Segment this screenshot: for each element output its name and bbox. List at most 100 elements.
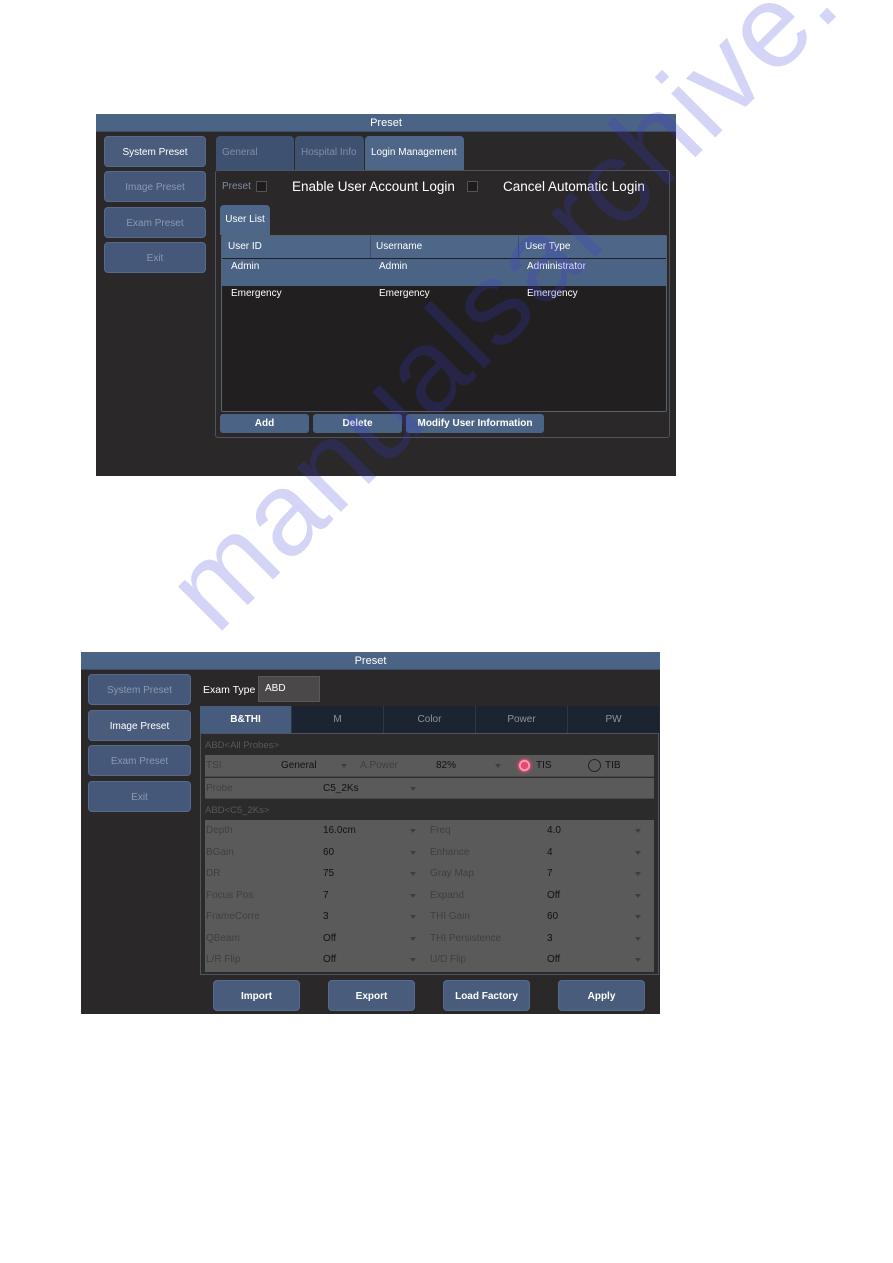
tab-user-list[interactable]: User List bbox=[220, 205, 270, 235]
cancel-auto-login-checkbox[interactable] bbox=[467, 181, 478, 192]
load-factory-button[interactable]: Load Factory bbox=[443, 980, 530, 1011]
param-label: DR bbox=[206, 868, 221, 879]
nav-image-preset[interactable]: Image Preset bbox=[88, 710, 191, 741]
nav-exam-preset[interactable]: Exam Preset bbox=[104, 207, 206, 238]
cell-user-id: Admin bbox=[231, 261, 260, 272]
param-label: FrameCorre bbox=[206, 911, 260, 922]
chevron-down-icon[interactable] bbox=[410, 958, 416, 962]
param-value[interactable]: 7 bbox=[547, 863, 553, 884]
probe-label: Probe bbox=[206, 783, 233, 794]
param-value[interactable]: 16.0cm bbox=[323, 820, 356, 841]
tab-power[interactable]: Power bbox=[476, 706, 568, 733]
param-value[interactable]: 3 bbox=[323, 906, 329, 927]
cancel-auto-login-label: Cancel Automatic Login bbox=[503, 179, 645, 194]
param-value[interactable]: 4 bbox=[547, 842, 553, 863]
login-management-panel: Enable User Account Login Cancel Automat… bbox=[215, 170, 670, 438]
cell-username: Emergency bbox=[379, 288, 430, 299]
param-value[interactable]: 75 bbox=[323, 863, 334, 884]
tab-pw[interactable]: PW bbox=[568, 706, 659, 733]
nav-system-preset[interactable]: System Preset bbox=[104, 136, 206, 167]
all-probes-heading: ABD<All Probes> bbox=[205, 740, 279, 751]
tis-radio[interactable] bbox=[518, 759, 531, 772]
param-label: BGain bbox=[206, 846, 234, 858]
tab-color[interactable]: Color bbox=[384, 706, 476, 733]
probe-dropdown-icon[interactable] bbox=[410, 787, 416, 791]
param-label: THI Gain bbox=[430, 911, 471, 922]
param-value[interactable]: 3 bbox=[547, 928, 553, 949]
col-username[interactable]: Username bbox=[376, 236, 422, 258]
param-value[interactable]: Off bbox=[323, 928, 336, 949]
nav-system-preset[interactable]: System Preset bbox=[88, 674, 191, 705]
table-row[interactable]: Admin Admin Administrator bbox=[222, 259, 666, 286]
image-preset-panel: ABD<All Probes> TSI General A.Power 82% … bbox=[200, 733, 659, 975]
probe-row: Probe C5_2Ks bbox=[205, 778, 654, 799]
param-label: U/D Flip bbox=[430, 954, 467, 965]
cell-user-type: Administrator bbox=[527, 261, 586, 272]
param-label: Gray Map bbox=[430, 868, 474, 879]
export-button[interactable]: Export bbox=[328, 980, 415, 1011]
param-value[interactable]: Off bbox=[547, 885, 560, 906]
chevron-down-icon[interactable] bbox=[635, 850, 641, 855]
param-value[interactable]: Off bbox=[547, 949, 560, 970]
col-user-type[interactable]: User Type bbox=[525, 236, 570, 258]
apower-select[interactable]: 82% bbox=[436, 755, 456, 776]
exam-type-label: Exam Type bbox=[203, 684, 256, 696]
param-label: THI Persistence bbox=[430, 932, 502, 944]
param-label: Focus Pos bbox=[206, 889, 254, 901]
chevron-down-icon[interactable] bbox=[410, 872, 416, 876]
probe-select[interactable]: C5_2Ks bbox=[323, 778, 359, 799]
chevron-down-icon[interactable] bbox=[410, 893, 416, 898]
nav-exit[interactable]: Exit bbox=[88, 781, 191, 812]
chevron-down-icon[interactable] bbox=[635, 872, 641, 876]
cell-user-type: Emergency bbox=[527, 288, 578, 299]
chevron-down-icon[interactable] bbox=[410, 915, 416, 919]
param-label: Freq bbox=[430, 825, 451, 836]
tab-m[interactable]: M bbox=[292, 706, 384, 733]
tib-radio[interactable] bbox=[588, 759, 601, 772]
chevron-down-icon[interactable] bbox=[410, 829, 416, 833]
apower-label: A.Power bbox=[360, 760, 398, 771]
apply-button[interactable]: Apply bbox=[558, 980, 645, 1011]
cell-user-id: Emergency bbox=[231, 288, 282, 299]
param-label: QBeam bbox=[206, 932, 240, 944]
tsi-select[interactable]: General bbox=[281, 755, 317, 776]
tab-b-thi[interactable]: B&THI bbox=[200, 706, 292, 733]
tab-hospital-info[interactable]: Hospital Info bbox=[295, 136, 364, 170]
modify-user-button[interactable]: Modify User Information bbox=[406, 414, 544, 433]
chevron-down-icon[interactable] bbox=[635, 958, 641, 962]
param-label: L/R Flip bbox=[206, 954, 241, 965]
chevron-down-icon[interactable] bbox=[635, 893, 641, 898]
window-title: Preset bbox=[81, 652, 660, 670]
nav-image-preset[interactable]: Image Preset bbox=[104, 171, 206, 202]
param-value[interactable]: Off bbox=[323, 949, 336, 970]
tab-login-management[interactable]: Login Management bbox=[365, 136, 464, 170]
table-header: User ID Username User Type bbox=[222, 236, 666, 258]
exam-type-field[interactable]: ABD bbox=[258, 676, 320, 702]
tib-label: TIB bbox=[605, 760, 621, 771]
col-user-id[interactable]: User ID bbox=[228, 236, 262, 258]
chevron-down-icon[interactable] bbox=[410, 936, 416, 941]
table-row[interactable]: Emergency Emergency Emergency bbox=[222, 286, 666, 313]
chevron-down-icon[interactable] bbox=[635, 936, 641, 941]
preset-window-image: Preset System Preset Image Preset Exam P… bbox=[81, 652, 660, 1014]
param-value[interactable]: 7 bbox=[323, 885, 329, 906]
tab-general-preset[interactable]: General Preset bbox=[216, 136, 294, 192]
chevron-down-icon[interactable] bbox=[635, 829, 641, 833]
nav-exam-preset[interactable]: Exam Preset bbox=[88, 745, 191, 776]
tsi-dropdown-icon[interactable] bbox=[341, 764, 347, 768]
tis-label: TIS bbox=[536, 760, 552, 771]
delete-button[interactable]: Delete bbox=[313, 414, 402, 433]
param-label: Depth bbox=[206, 825, 233, 836]
import-button[interactable]: Import bbox=[213, 980, 300, 1011]
enable-user-login-checkbox[interactable] bbox=[256, 181, 267, 192]
param-value[interactable]: 4.0 bbox=[547, 820, 561, 841]
parameters-grid: Depth 16.0cm Freq 4.0 BGain 60 Enhance 4… bbox=[205, 820, 654, 972]
nav-exit[interactable]: Exit bbox=[104, 242, 206, 273]
add-button[interactable]: Add bbox=[220, 414, 309, 433]
chevron-down-icon[interactable] bbox=[635, 915, 641, 919]
chevron-down-icon[interactable] bbox=[410, 850, 416, 855]
param-value[interactable]: 60 bbox=[323, 842, 334, 863]
window-title: Preset bbox=[96, 114, 676, 132]
apower-dropdown-icon[interactable] bbox=[495, 764, 501, 768]
param-value[interactable]: 60 bbox=[547, 906, 558, 927]
